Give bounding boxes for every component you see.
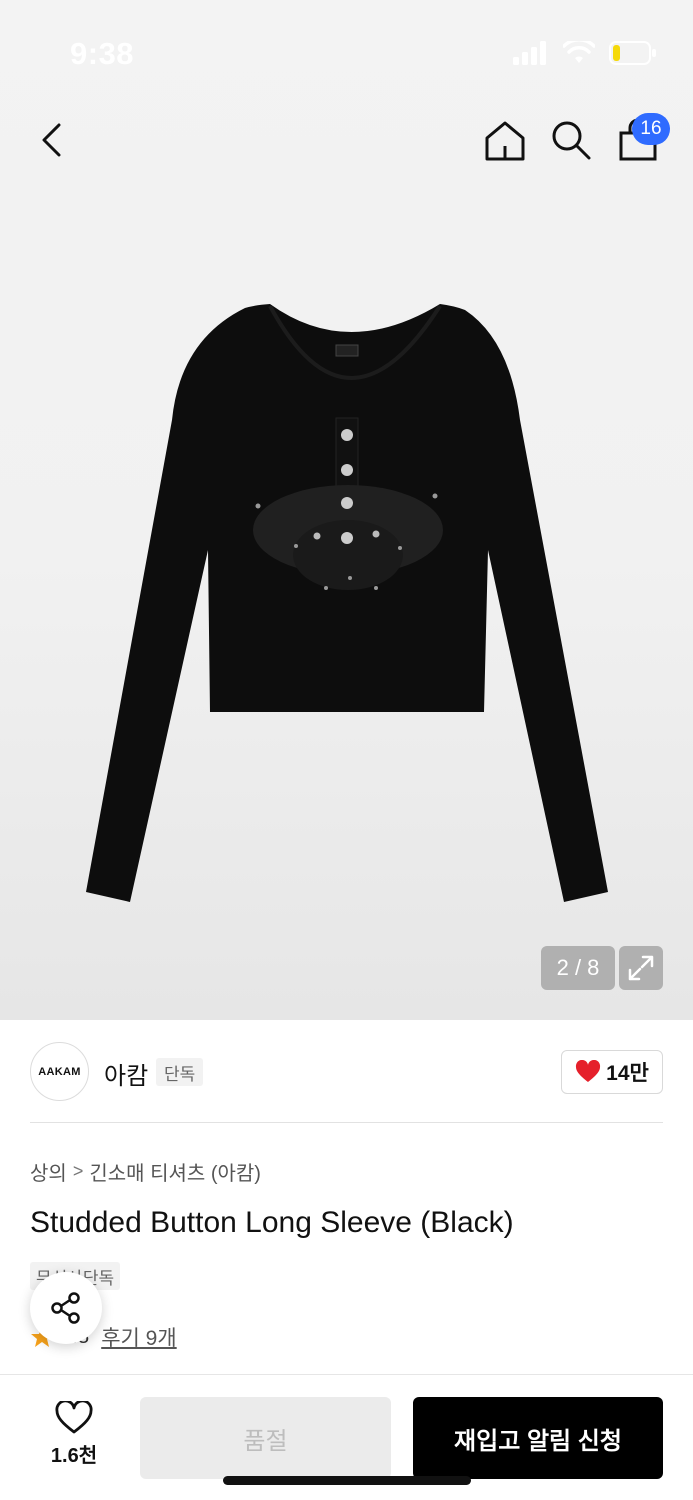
gallery-counter: 2 / 8: [541, 946, 615, 990]
brand-like-count: 14만: [606, 1062, 649, 1085]
wishlist-count: 1.6천: [50, 1445, 98, 1467]
product-photo: [86, 304, 608, 902]
restock-alert-button[interactable]: 재입고 알림 신청: [413, 1397, 663, 1479]
status-icons: [513, 40, 657, 66]
back-button[interactable]: [30, 118, 74, 162]
share-button[interactable]: [30, 1272, 102, 1344]
wifi-icon: [563, 41, 595, 63]
wishlist-button[interactable]: 1.6천: [34, 1401, 114, 1468]
expand-icon: [628, 955, 654, 981]
status-time: 9:38: [70, 36, 135, 71]
home-icon: [485, 121, 525, 161]
share-icon: [51, 1292, 80, 1324]
brand-exclusive-tag: 단독: [156, 1058, 204, 1086]
soldout-button: 품절: [140, 1397, 391, 1479]
heart-outline-icon: [55, 1401, 93, 1434]
home-indicator: [223, 1476, 471, 1485]
product-image-gallery[interactable]: 9:38 16 2 / 8: [0, 0, 693, 1020]
brand-like-button[interactable]: 14만: [561, 1050, 663, 1094]
home-button[interactable]: [482, 118, 528, 164]
divider: [30, 1122, 663, 1123]
search-icon: [552, 121, 591, 160]
review-link[interactable]: 후기 9개: [101, 1322, 176, 1352]
breadcrumb-separator: >: [72, 1161, 84, 1181]
product-title: Studded Button Long Sleeve (Black): [30, 1206, 514, 1239]
breadcrumb: 상의 > 긴소매 티셔츠 (아캄): [30, 1157, 261, 1186]
heart-icon: [576, 1060, 601, 1082]
expand-button[interactable]: [619, 946, 663, 990]
back-arrow-icon: [42, 123, 61, 157]
search-button[interactable]: [549, 118, 593, 162]
battery-icon: [609, 41, 656, 65]
signal-icon: [513, 41, 546, 65]
cart-count-badge: 16: [632, 113, 670, 145]
brand-logo[interactable]: AAKAM: [30, 1042, 89, 1101]
breadcrumb-category[interactable]: 상의: [30, 1157, 67, 1186]
brand-name[interactable]: 아캄: [104, 1056, 148, 1091]
breadcrumb-subcategory[interactable]: 긴소매 티셔츠 (아캄): [89, 1157, 261, 1186]
brand-row: AAKAM 아캄 단독 14만: [30, 1042, 663, 1102]
